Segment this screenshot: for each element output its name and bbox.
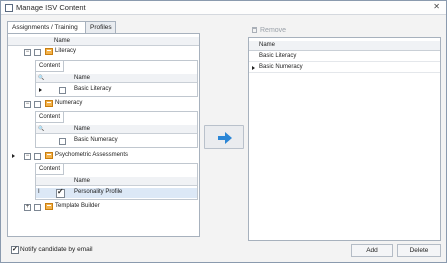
content-tab[interactable]: Content	[36, 112, 65, 123]
assigned-row[interactable]: Basic Literacy	[249, 52, 440, 62]
column-header-name[interactable]: Name	[54, 37, 70, 46]
row-checkbox[interactable]	[59, 138, 66, 145]
row-checkbox-checked[interactable]: ✓	[56, 187, 65, 198]
window-icon	[5, 4, 13, 12]
content-row[interactable]: Basic Numeracy	[36, 136, 197, 146]
group-label: Numeracy	[55, 100, 83, 106]
collapse-icon[interactable]: −	[24, 49, 31, 56]
assigned-content-grid: Name Basic Literacy Basic Numeracy	[248, 37, 441, 241]
folder-icon	[45, 152, 53, 159]
group-label: Literacy	[55, 48, 77, 54]
close-icon[interactable]: ✕	[433, 2, 440, 11]
group-label: Template Builder	[55, 203, 100, 209]
title-bar: Manage ISV Content ✕	[1, 1, 446, 15]
folder-icon	[45, 203, 53, 210]
column-header-name[interactable]: Name	[74, 177, 90, 186]
content-detail-psychometric: Content Name I ✓ Personality Profile	[35, 163, 198, 200]
content-name: Basic Literacy	[74, 86, 112, 92]
trash-icon	[252, 27, 257, 33]
check-icon: ✓	[57, 187, 64, 196]
delete-button[interactable]: Delete	[397, 244, 441, 257]
group-row-template-builder[interactable]: + Template Builder	[8, 202, 199, 212]
detail-header: Name	[36, 177, 197, 186]
content-row[interactable]: Basic Literacy	[36, 85, 197, 95]
folder-icon	[45, 100, 53, 107]
remove-label: Remove	[260, 27, 287, 34]
row-checkbox[interactable]	[34, 153, 41, 160]
column-header-name[interactable]: Name	[74, 125, 90, 134]
group-row-numeracy[interactable]: − Numeracy	[8, 99, 199, 109]
content-tab[interactable]: Content	[36, 61, 65, 72]
row-indicator-icon	[12, 154, 15, 158]
folder-icon	[45, 48, 53, 55]
row-checkbox[interactable]	[34, 49, 41, 56]
checkbox[interactable]: ✓	[11, 246, 19, 254]
row-checkbox[interactable]	[34, 101, 41, 108]
assigned-name: Basic Numeracy	[259, 64, 303, 70]
grid-header: Name	[249, 41, 440, 51]
manage-isv-content-dialog: Manage ISV Content ✕ Assignments / Train…	[0, 0, 447, 263]
assign-arrow-button[interactable]	[204, 125, 244, 149]
collapse-icon[interactable]: −	[24, 153, 31, 160]
window-title: Manage ISV Content	[16, 3, 86, 12]
content-name: Basic Numeracy	[74, 137, 118, 143]
detail-header: 🔍 Name	[36, 74, 197, 83]
detail-header: 🔍 Name	[36, 125, 197, 134]
row-checkbox[interactable]	[59, 87, 66, 94]
row-indicator-icon	[252, 66, 255, 70]
notify-label: Notify candidate by email	[20, 246, 93, 253]
content-row-selected[interactable]: I ✓ Personality Profile	[36, 187, 197, 198]
assigned-row[interactable]: Basic Numeracy	[249, 63, 440, 73]
check-icon: ✓	[12, 246, 18, 253]
group-row-psychometric-assessments[interactable]: − Psychometric Assessments	[8, 151, 199, 161]
filter-icon[interactable]: 🔍	[38, 125, 44, 134]
column-header-name[interactable]: Name	[74, 74, 90, 83]
content-detail-literacy: Content 🔍 Name Basic Literacy	[35, 60, 198, 97]
row-checkbox[interactable]	[34, 204, 41, 211]
group-row-literacy[interactable]: − Literacy	[8, 47, 199, 57]
filter-icon[interactable]: 🔍	[38, 74, 44, 83]
text-cursor-icon: I	[38, 189, 40, 195]
expand-icon[interactable]: +	[24, 204, 31, 211]
add-button[interactable]: Add	[351, 244, 393, 257]
content-detail-numeracy: Content 🔍 Name Basic Numeracy	[35, 111, 198, 148]
remove-button[interactable]: Remove	[252, 27, 286, 34]
grid-header: Name	[8, 37, 199, 46]
tab-profiles[interactable]: Profiles	[85, 21, 116, 33]
group-label: Psychometric Assessments	[55, 152, 129, 158]
assignments-tree-grid: Name − Literacy Content 🔍 Name Basic Lit…	[7, 33, 200, 237]
arrow-right-icon	[218, 132, 232, 144]
content-tab[interactable]: Content	[36, 164, 65, 175]
content-name: Personality Profile	[74, 189, 123, 195]
column-header-name[interactable]: Name	[259, 41, 275, 50]
collapse-icon[interactable]: −	[24, 101, 31, 108]
row-indicator-icon	[39, 88, 42, 92]
assigned-name: Basic Literacy	[259, 53, 297, 59]
